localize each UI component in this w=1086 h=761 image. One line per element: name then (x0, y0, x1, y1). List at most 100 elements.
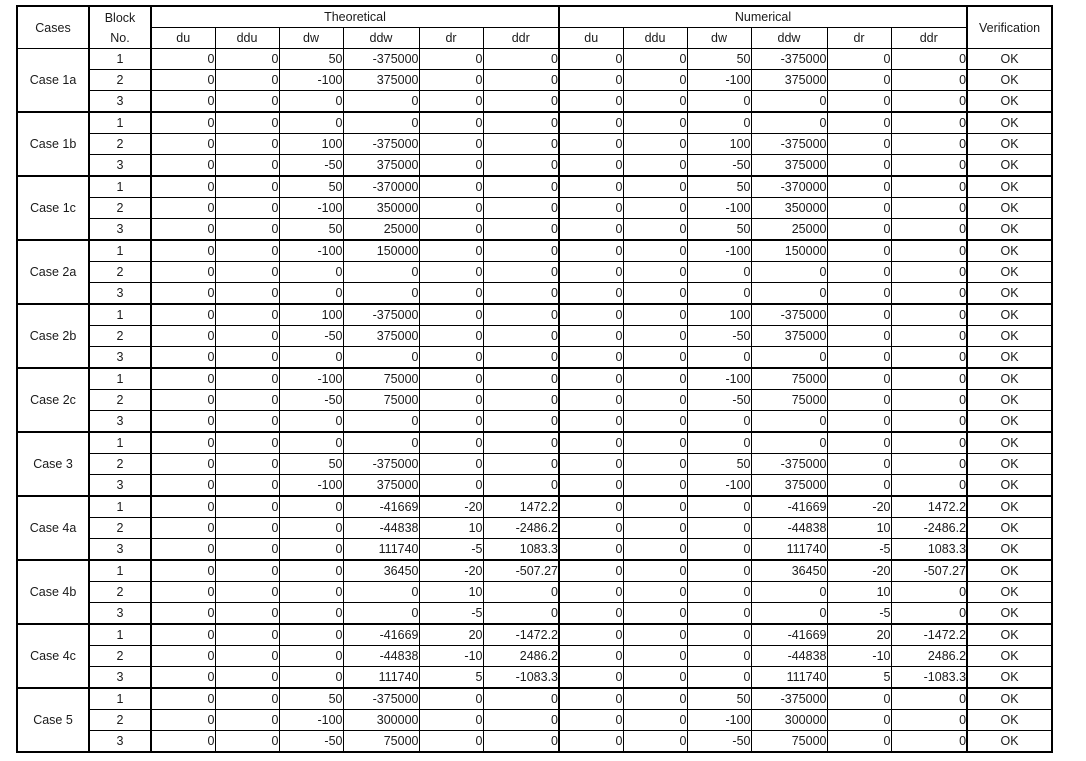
theoretical-du-cell: 0 (150, 48, 216, 70)
numerical-ddu-cell: 0 (622, 325, 688, 347)
numerical-ddr-cell: 0 (890, 261, 969, 283)
numerical-dw-cell: 100 (686, 303, 752, 326)
numerical-dr-cell: 0 (826, 303, 892, 326)
theoretical-dw-cell: 0 (278, 666, 344, 689)
theoretical-du-cell: 0 (150, 666, 216, 689)
numerical-ddu-cell: 0 (622, 645, 688, 667)
numerical-ddu-cell: 0 (622, 48, 688, 70)
theoretical-ddr-cell: 0 (482, 48, 560, 70)
block-no-cell: 3 (88, 154, 152, 177)
header-theoretical-ddr: ddr (482, 27, 560, 49)
theoretical-dw-cell: 0 (278, 645, 344, 667)
block-no-cell: 2 (88, 325, 152, 347)
theoretical-ddr-cell: 0 (482, 197, 560, 219)
table-row: 2 0 0 50 -375000 0 0 0 0 50 -375000 0 0 OK (17, 453, 1053, 475)
theoretical-ddw-cell: -375000 (342, 303, 420, 326)
numerical-ddr-cell: 0 (890, 69, 969, 91)
theoretical-ddw-cell: 300000 (342, 709, 420, 731)
theoretical-ddu-cell: 0 (214, 111, 280, 134)
theoretical-ddw-cell: 0 (342, 111, 420, 134)
theoretical-ddr-cell: -507.27 (482, 559, 560, 582)
table-row: Case 5 1 0 0 50 -375000 0 0 0 0 50 -375000 0 0 OK (16, 687, 1053, 753)
case-label-cell: Case 2b (16, 303, 90, 369)
verification-cell: OK (966, 154, 1053, 177)
numerical-ddr-cell: 0 (890, 687, 969, 710)
verification-cell: OK (966, 346, 1053, 369)
theoretical-ddu-cell: 0 (214, 602, 280, 625)
theoretical-ddw-cell: 111740 (342, 538, 420, 561)
numerical-du-cell: 0 (558, 666, 624, 689)
table-row: Case 1b 1 0 0 0 0 0 0 0 0 0 0 0 0 OK (16, 111, 1053, 177)
block-no-cell: 1 (88, 175, 152, 198)
numerical-ddw-cell: 0 (750, 111, 828, 134)
verification-cell: OK (966, 431, 1053, 454)
theoretical-du-cell: 0 (150, 602, 216, 625)
verification-cell: OK (966, 687, 1053, 710)
block-no-cell: 1 (88, 687, 152, 710)
verification-cell: OK (966, 239, 1053, 262)
theoretical-ddr-cell: 0 (482, 367, 560, 390)
theoretical-du-cell: 0 (150, 453, 216, 475)
theoretical-du-cell: 0 (150, 474, 216, 497)
theoretical-dw-cell: -50 (278, 730, 344, 753)
verification-cell: OK (966, 602, 1053, 625)
numerical-ddr-cell: 0 (890, 325, 969, 347)
theoretical-ddu-cell: 0 (214, 645, 280, 667)
header-block-no: Block No. (88, 5, 152, 49)
theoretical-du-cell: 0 (150, 730, 216, 753)
block-no-cell: 2 (88, 453, 152, 475)
block-no-cell: 3 (88, 666, 152, 689)
theoretical-dr-cell: 0 (418, 175, 484, 198)
theoretical-ddr-cell: 0 (482, 346, 560, 369)
theoretical-dr-cell: 20 (418, 623, 484, 646)
theoretical-dw-cell: -100 (278, 367, 344, 390)
numerical-ddw-cell: 36450 (750, 559, 828, 582)
case-label-cell: Case 1a (16, 48, 90, 113)
table-row: 2 0 0 100 -375000 0 0 0 0 100 -375000 0 0 OK (17, 133, 1053, 155)
theoretical-ddw-cell: 375000 (342, 154, 420, 177)
table-row: 3 0 0 0 0 0 0 0 0 0 0 0 0 OK (17, 282, 1053, 305)
numerical-ddr-cell: 0 (890, 730, 969, 753)
theoretical-du-cell: 0 (150, 581, 216, 603)
numerical-dr-cell: -20 (826, 559, 892, 582)
numerical-ddw-cell: 0 (750, 431, 828, 454)
block-no-cell: 2 (88, 389, 152, 411)
theoretical-dr-cell: -20 (418, 559, 484, 582)
numerical-dr-cell: 0 (826, 218, 892, 241)
table-row: 3 0 0 -50 375000 0 0 0 0 -50 375000 0 0 OK (17, 154, 1053, 177)
theoretical-ddu-cell: 0 (214, 474, 280, 497)
numerical-ddr-cell: 1083.3 (890, 538, 969, 561)
theoretical-ddw-cell: 75000 (342, 389, 420, 411)
numerical-ddr-cell: 2486.2 (890, 645, 969, 667)
theoretical-ddw-cell: -41669 (342, 623, 420, 646)
numerical-ddr-cell: 0 (890, 218, 969, 241)
theoretical-du-cell: 0 (150, 133, 216, 155)
theoretical-dw-cell: 0 (278, 431, 344, 454)
header-numerical: Numerical (558, 5, 969, 28)
numerical-dr-cell: 0 (826, 90, 892, 113)
block-no-cell: 1 (88, 48, 152, 70)
theoretical-ddw-cell: 0 (342, 602, 420, 625)
numerical-ddw-cell: -375000 (750, 453, 828, 475)
numerical-ddw-cell: 111740 (750, 538, 828, 561)
numerical-ddu-cell: 0 (622, 517, 688, 539)
table-row: Case 4a 1 0 0 0 -41669 -20 1472.2 0 0 0 -41669 -20 14… (16, 495, 1053, 561)
theoretical-ddw-cell: -370000 (342, 175, 420, 198)
numerical-dr-cell: 0 (826, 154, 892, 177)
theoretical-ddu-cell: 0 (214, 730, 280, 753)
theoretical-dw-cell: -50 (278, 154, 344, 177)
case-label-cell: Case 4b (16, 559, 90, 625)
header-row-groups: Cases Block No. Theoretical Numerical Ve… (16, 5, 1053, 49)
numerical-ddu-cell: 0 (622, 602, 688, 625)
verification-cell: OK (966, 282, 1053, 305)
numerical-ddr-cell: 0 (890, 239, 969, 262)
numerical-dr-cell: 0 (826, 239, 892, 262)
theoretical-du-cell: 0 (150, 261, 216, 283)
theoretical-ddw-cell: -44838 (342, 517, 420, 539)
block-no-cell: 1 (88, 303, 152, 326)
theoretical-ddr-cell: 0 (482, 581, 560, 603)
theoretical-dr-cell: 10 (418, 581, 484, 603)
block-no-cell: 1 (88, 495, 152, 518)
verification-cell: OK (966, 623, 1053, 646)
theoretical-ddu-cell: 0 (214, 389, 280, 411)
